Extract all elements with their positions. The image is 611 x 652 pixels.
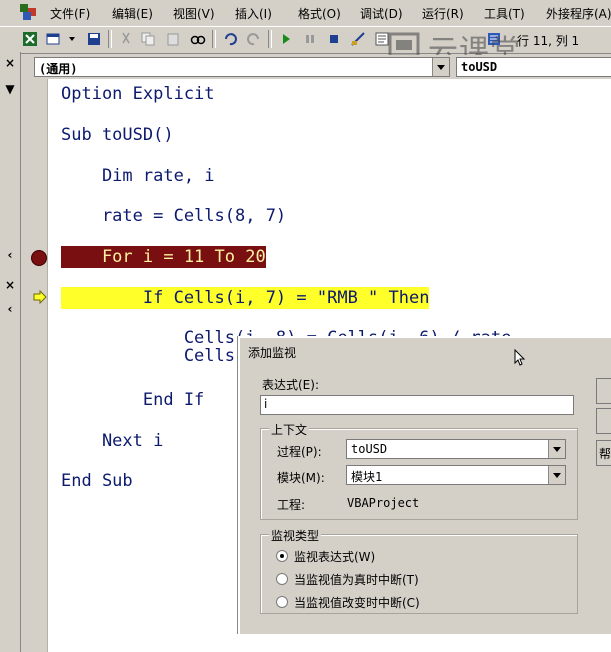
- code-line[interactable]: Cells: [61, 345, 235, 367]
- execution-arrow-icon: [33, 290, 47, 304]
- redo-icon[interactable]: [246, 31, 262, 47]
- menu-format[interactable]: 格式(O): [298, 5, 341, 22]
- find-icon[interactable]: [190, 31, 206, 47]
- radio-selected-icon[interactable]: [276, 550, 288, 562]
- run-icon[interactable]: [278, 31, 294, 47]
- procedure-label: 过程(P):: [277, 445, 322, 459]
- undo-icon[interactable]: [222, 31, 238, 47]
- code-line[interactable]: Sub toUSD(): [61, 124, 174, 146]
- chevron-down-icon[interactable]: [548, 466, 565, 484]
- code-line[interactable]: End Sub: [61, 470, 133, 492]
- radio-unselected-icon[interactable]: [276, 573, 288, 585]
- menu-run[interactable]: 运行(R): [422, 5, 464, 22]
- design-mode-icon[interactable]: [350, 31, 366, 47]
- scroll-left-icon[interactable]: ‹: [4, 248, 16, 262]
- cursor-position-label: 行 11, 列 1: [517, 34, 580, 48]
- toolbar-separator: [212, 30, 216, 48]
- expression-value: i: [264, 397, 268, 411]
- current-execution-line[interactable]: If Cells(i, 7) = "RMB " Then: [61, 287, 430, 309]
- radio-label: 当监视值改变时中断(C): [294, 596, 420, 610]
- radio-label: 当监视值为真时中断(T): [294, 573, 419, 587]
- procedure-select-value: toUSD: [351, 442, 388, 456]
- dialog-title-bar[interactable]: 添加监视: [242, 340, 611, 362]
- code-line[interactable]: rate = Cells(8, 7): [61, 205, 286, 227]
- code-line[interactable]: Option Explicit: [61, 83, 215, 105]
- module-select-value: 模块1: [351, 470, 383, 484]
- expression-input[interactable]: i: [260, 395, 574, 415]
- code-line[interactable]: Dim rate, i: [61, 165, 215, 187]
- close-icon[interactable]: ×: [4, 278, 16, 292]
- add-watch-dialog: 添加监视 表达式(E): i 上下文 过程(P): toUSD 模块(M): 模…: [238, 336, 611, 634]
- code-line[interactable]: End If: [61, 389, 204, 411]
- radio-unselected-icon[interactable]: [276, 596, 288, 608]
- excel-icon[interactable]: [22, 31, 38, 47]
- menu-addins[interactable]: 外接程序(A): [546, 5, 611, 22]
- procedure-combo[interactable]: toUSD: [456, 57, 611, 77]
- project-pane-edge: × ▼ ‹ × ‹: [0, 52, 21, 652]
- help-button-label: 帮: [599, 447, 611, 461]
- save-icon[interactable]: [86, 31, 102, 47]
- vba-app-icon[interactable]: [18, 2, 40, 22]
- code-window-combobar: (通用) toUSD: [28, 55, 611, 79]
- procedure-combo-value: toUSD: [461, 60, 498, 74]
- watch-type-group-title: 监视类型: [269, 527, 322, 544]
- menu-edit[interactable]: 编辑(E): [112, 5, 153, 22]
- module-label: 模块(M):: [277, 471, 325, 485]
- copy-icon[interactable]: [140, 31, 156, 47]
- dialog-title: 添加监视: [248, 346, 297, 360]
- menu-insert[interactable]: 插入(I): [235, 5, 272, 22]
- menu-tools[interactable]: 工具(T): [484, 5, 525, 22]
- mouse-cursor-icon: [514, 349, 526, 366]
- ok-button[interactable]: [596, 378, 611, 404]
- toolbar-separator: [108, 30, 112, 48]
- expression-label: 表达式(E):: [262, 378, 319, 392]
- scroll-left-icon[interactable]: ‹: [4, 302, 16, 316]
- close-icon[interactable]: ×: [4, 56, 16, 70]
- context-group: 上下文 过程(P): toUSD 模块(M): 模块1 工程: VBAProje…: [260, 421, 578, 520]
- chevron-down-icon[interactable]: [548, 440, 565, 458]
- breakpoint-icon[interactable]: [31, 250, 47, 266]
- object-combo-value: (通用): [39, 62, 78, 76]
- radio-label: 监视表达式(W): [294, 550, 376, 564]
- cut-icon[interactable]: [118, 31, 134, 47]
- paste-icon[interactable]: [165, 31, 181, 47]
- margin-indicator-bar[interactable]: [21, 79, 48, 652]
- project-value: VBAProject: [347, 496, 420, 510]
- menu-view[interactable]: 视图(V): [173, 5, 215, 22]
- context-group-title: 上下文: [269, 421, 310, 438]
- menu-debug[interactable]: 调试(D): [360, 5, 403, 22]
- toolbar-separator: [268, 30, 272, 48]
- code-line[interactable]: Next i: [61, 430, 163, 452]
- reset-icon[interactable]: [326, 31, 342, 47]
- break-icon[interactable]: [302, 31, 318, 47]
- object-combo[interactable]: (通用): [34, 57, 450, 77]
- procedure-select[interactable]: toUSD: [346, 439, 566, 459]
- menu-bar: 文件(F) 编辑(E) 视图(V) 插入(I) 格式(O) 调试(D) 运行(R…: [0, 0, 611, 24]
- help-button[interactable]: 帮: [596, 440, 611, 466]
- chevron-down-icon[interactable]: [432, 58, 449, 76]
- dropdown-arrow-icon[interactable]: ▼: [4, 82, 16, 96]
- project-label: 工程:: [277, 498, 306, 512]
- cancel-button[interactable]: [596, 408, 611, 434]
- breakpoint-code-line[interactable]: For i = 11 To 20: [61, 246, 266, 268]
- module-select[interactable]: 模块1: [346, 465, 566, 485]
- menu-file[interactable]: 文件(F): [50, 5, 90, 22]
- chevron-down-icon[interactable]: [64, 31, 80, 47]
- insert-userform-icon[interactable]: [46, 31, 62, 47]
